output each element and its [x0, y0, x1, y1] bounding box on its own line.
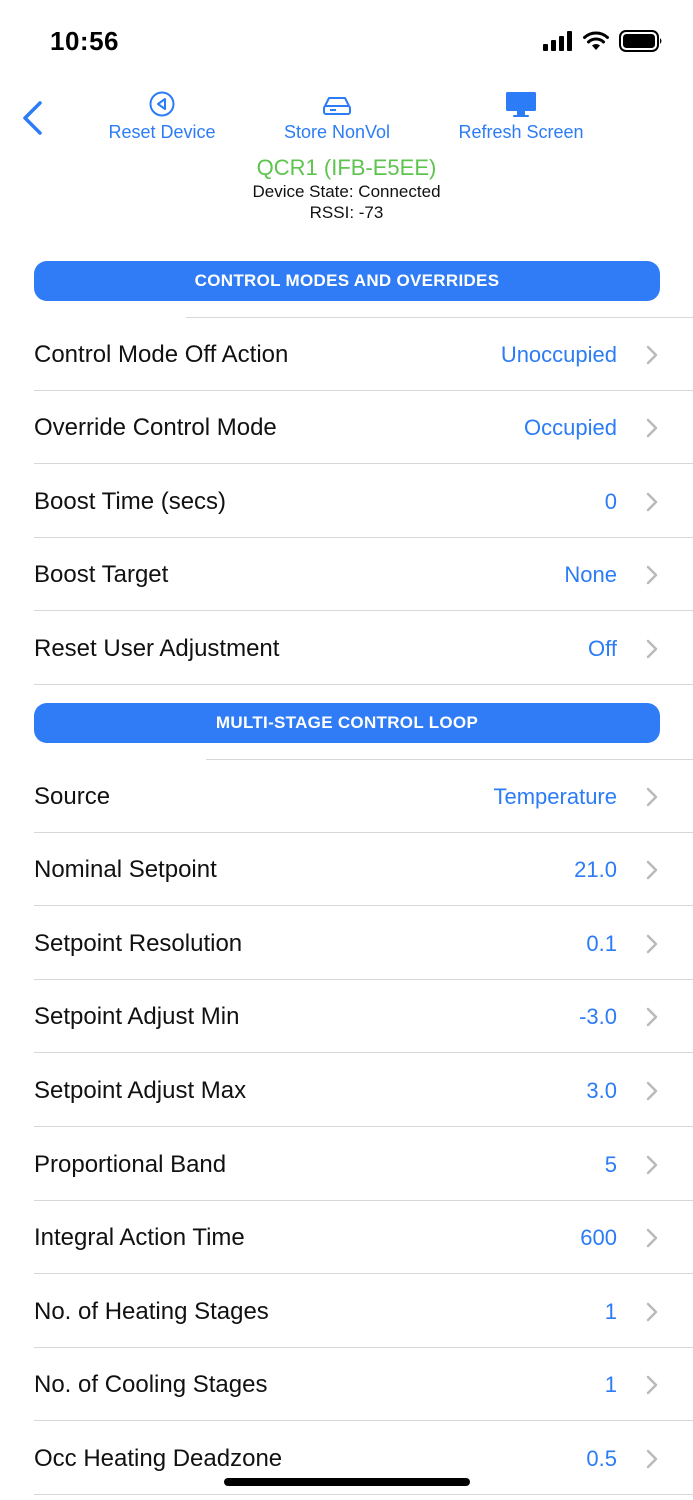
- row-divider: [34, 1052, 693, 1053]
- store-nonvol-label: Store NonVol: [283, 122, 391, 142]
- row-value: 1: [604, 1372, 617, 1397]
- chevron-right-icon: [646, 1081, 658, 1101]
- row-nominal-setpoint[interactable]: Nominal Setpoint 21.0: [0, 833, 693, 906]
- row-label: Control Mode Off Action: [34, 341, 289, 368]
- chevron-right-icon: [646, 565, 658, 585]
- row-value: 600: [580, 1225, 617, 1250]
- row-label: Setpoint Adjust Min: [34, 1003, 240, 1030]
- row-value: Unoccupied: [500, 342, 617, 367]
- chevron-right-icon: [646, 639, 658, 659]
- row-divider: [34, 1494, 693, 1495]
- section-header-multi-stage: MULTI-STAGE CONTROL LOOP: [34, 703, 660, 743]
- row-heating-stages[interactable]: No. of Heating Stages 1: [0, 1275, 693, 1348]
- row-integral-action-time[interactable]: Integral Action Time 600: [0, 1201, 693, 1274]
- status-bar: 10:56: [0, 0, 693, 80]
- row-value: None: [564, 562, 617, 587]
- row-label: Proportional Band: [34, 1151, 227, 1178]
- chevron-right-icon: [646, 934, 658, 954]
- row-value: Temperature: [493, 784, 617, 809]
- row-value: 21.0: [574, 857, 617, 882]
- row-divider: [34, 905, 693, 906]
- row-setpoint-resolution[interactable]: Setpoint Resolution 0.1: [0, 907, 693, 980]
- chevron-right-icon: [646, 1449, 658, 1469]
- row-label: No. of Cooling Stages: [34, 1371, 268, 1398]
- reset-device-label: Reset Device: [108, 122, 216, 142]
- row-value: 5: [604, 1152, 617, 1177]
- chevron-right-icon: [646, 345, 658, 365]
- row-label: Setpoint Resolution: [34, 930, 243, 957]
- status-icons: [543, 30, 663, 52]
- refresh-screen-label: Refresh Screen: [458, 122, 584, 142]
- row-value: 1: [604, 1299, 617, 1324]
- device-name: QCR1 (IFB-E5EE): [256, 155, 437, 180]
- row-proportional-band[interactable]: Proportional Band 5: [0, 1128, 693, 1201]
- chevron-right-icon: [646, 492, 658, 512]
- row-value: 0: [604, 489, 617, 514]
- chevron-right-icon: [646, 418, 658, 438]
- row-divider: [34, 610, 693, 611]
- chevron-right-icon: [646, 1007, 658, 1027]
- chevron-right-icon: [646, 1228, 658, 1248]
- reset-device-button[interactable]: Reset Device: [100, 90, 224, 143]
- row-label: Override Control Mode: [34, 414, 277, 441]
- row-label: Boost Target: [34, 561, 169, 588]
- row-label: Boost Time (secs): [34, 488, 227, 515]
- row-label: Setpoint Adjust Max: [34, 1077, 247, 1104]
- row-cooling-stages[interactable]: No. of Cooling Stages 1: [0, 1348, 693, 1421]
- row-value: Occupied: [524, 415, 617, 440]
- row-divider: [34, 1273, 693, 1274]
- row-value: Off: [588, 636, 617, 661]
- chevron-left-icon: [23, 101, 42, 135]
- device-state: Device State: Connected: [252, 182, 441, 201]
- row-source[interactable]: Source Temperature: [0, 760, 693, 833]
- row-divider: [34, 463, 693, 464]
- chevron-right-icon: [646, 1302, 658, 1322]
- row-label: Integral Action Time: [34, 1224, 245, 1251]
- row-value: 0.1: [586, 931, 617, 956]
- device-info: QCR1 (IFB-E5EE) Device State: Connected …: [0, 155, 693, 223]
- device-rssi: RSSI: -73: [309, 203, 384, 222]
- row-label: Nominal Setpoint: [34, 856, 217, 883]
- row-setpoint-adjust-min[interactable]: Setpoint Adjust Min -3.0: [0, 980, 693, 1053]
- row-value: 0.5: [586, 1446, 617, 1471]
- store-nonvol-button[interactable]: Store NonVol: [275, 90, 399, 143]
- refresh-screen-button[interactable]: Refresh Screen: [450, 90, 592, 143]
- row-divider: [34, 1420, 693, 1421]
- battery-icon: [619, 30, 662, 52]
- row-reset-user-adjustment[interactable]: Reset User Adjustment Off: [0, 612, 693, 685]
- chevron-right-icon: [646, 787, 658, 807]
- row-override-control-mode[interactable]: Override Control Mode Occupied: [0, 391, 693, 464]
- row-label: Source: [34, 783, 111, 810]
- row-value: 3.0: [586, 1078, 617, 1103]
- row-value: -3.0: [579, 1004, 617, 1029]
- chevron-right-icon: [646, 860, 658, 880]
- chevron-right-icon: [646, 1155, 658, 1175]
- row-setpoint-adjust-max[interactable]: Setpoint Adjust Max 3.0: [0, 1054, 693, 1127]
- row-label: No. of Heating Stages: [34, 1298, 269, 1325]
- chevron-right-icon: [646, 1375, 658, 1395]
- monitor-icon: [506, 92, 536, 117]
- row-boost-time[interactable]: Boost Time (secs) 0: [0, 465, 693, 538]
- section-header-control-modes: CONTROL MODES AND OVERRIDES: [34, 261, 660, 301]
- row-boost-target[interactable]: Boost Target None: [0, 538, 693, 611]
- status-time: 10:56: [50, 26, 119, 56]
- back-button[interactable]: [18, 98, 48, 138]
- home-indicator[interactable]: [224, 1478, 470, 1486]
- wifi-icon: [583, 31, 609, 50]
- row-divider: [34, 1126, 693, 1127]
- row-control-mode-off-action[interactable]: Control Mode Off Action Unoccupied: [0, 318, 693, 391]
- row-label: Reset User Adjustment: [34, 635, 280, 662]
- signal-icon: [543, 31, 572, 51]
- storage-drive-icon: [323, 97, 351, 115]
- play-back-circle-icon: [149, 91, 175, 117]
- row-divider: [34, 684, 693, 685]
